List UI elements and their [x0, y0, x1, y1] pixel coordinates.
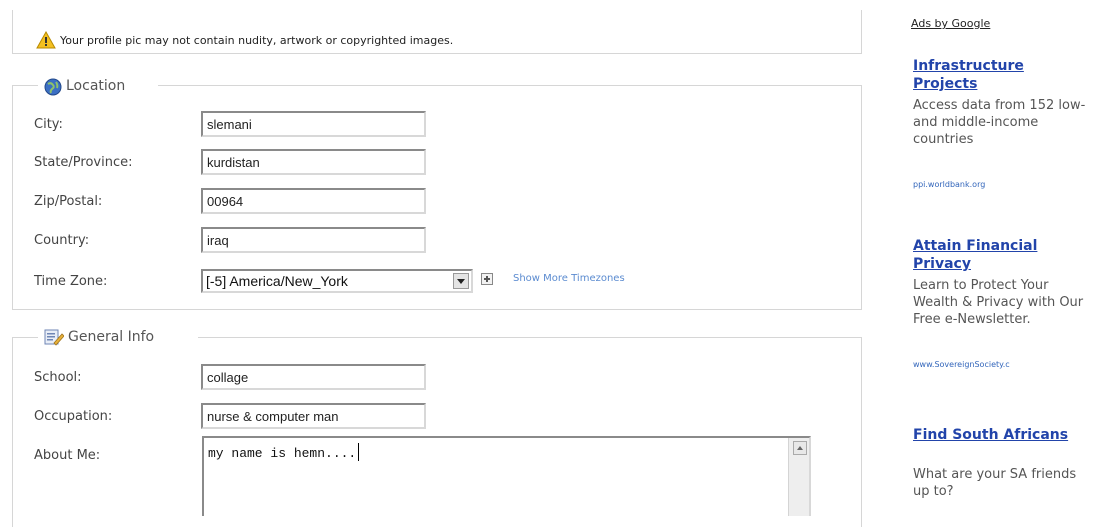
warning-icon — [36, 31, 56, 49]
about-me-textarea[interactable]: my name is hemn.... — [202, 436, 811, 516]
state-label: State/Province: — [34, 155, 133, 170]
location-legend-label: Location — [66, 78, 126, 94]
country-label: Country: — [34, 233, 90, 248]
chevron-down-icon[interactable] — [453, 273, 469, 289]
expand-icon[interactable] — [481, 273, 493, 285]
scroll-up-icon[interactable] — [793, 441, 807, 455]
city-input[interactable]: slemani — [201, 111, 426, 137]
ad-title-link[interactable]: Attain Financial Privacy — [913, 237, 1088, 273]
timezone-value: [-5] America/New_York — [206, 273, 348, 289]
state-input[interactable]: kurdistan — [201, 149, 426, 175]
timezone-label: Time Zone: — [34, 274, 108, 289]
info-edit-icon — [44, 329, 64, 346]
city-label: City: — [34, 117, 63, 132]
ad-body: Access data from 152 low- and middle-inc… — [913, 98, 1086, 147]
ad-body: What are your SA friends up to? — [913, 467, 1077, 499]
country-input[interactable]: iraq — [201, 227, 426, 253]
zip-input[interactable]: 00964 — [201, 188, 426, 214]
general-info-legend-label: General Info — [68, 329, 155, 345]
text-caret — [358, 443, 360, 461]
scrollbar[interactable] — [788, 438, 809, 516]
about-me-text: my name is hemn.... — [208, 443, 360, 461]
ad-url-link[interactable]: www.SovereignSociety.c — [913, 360, 1010, 369]
ad-title-link[interactable]: Find South Africans — [913, 426, 1088, 444]
occupation-input[interactable]: nurse & computer man — [201, 403, 426, 429]
timezone-select[interactable]: [-5] America/New_York — [201, 269, 473, 293]
ads-by-google-link[interactable]: Ads by Google — [911, 17, 990, 30]
school-input[interactable]: collage — [201, 364, 426, 390]
occupation-label: Occupation: — [34, 409, 113, 424]
zip-label: Zip/Postal: — [34, 194, 103, 209]
ad-title-link[interactable]: Infrastructure Projects — [913, 57, 1088, 93]
globe-icon — [44, 78, 62, 96]
show-more-timezones-link[interactable]: Show More Timezones — [513, 273, 625, 284]
ad-url-link[interactable]: ppi.worldbank.org — [913, 180, 985, 189]
warning-box — [12, 10, 862, 54]
warning-text: Your profile pic may not contain nudity,… — [60, 34, 454, 47]
about-me-label: About Me: — [34, 448, 101, 463]
school-label: School: — [34, 370, 82, 385]
ad-body: Learn to Protect Your Wealth & Privacy w… — [913, 278, 1084, 327]
